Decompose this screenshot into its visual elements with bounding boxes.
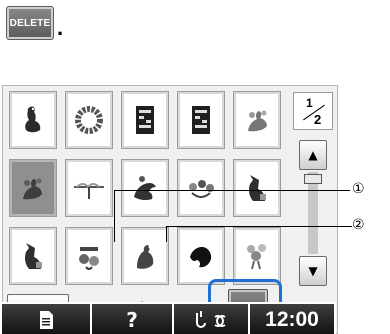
pattern-cell-dragonfly[interactable] (65, 159, 113, 217)
status-bar: ? 12:00 (0, 302, 336, 334)
flower-embroidery-icon (248, 110, 267, 132)
clock: 12:00 (250, 304, 334, 334)
pattern-cell-tower-2[interactable] (177, 91, 225, 149)
callout-leader-1 (114, 190, 350, 191)
bird-embroidery-icon (134, 176, 156, 201)
pattern-cell-duck[interactable] (9, 91, 57, 149)
floral-spray-embroidery-icon (189, 180, 214, 198)
page-up-button[interactable]: ▲ (299, 140, 327, 170)
duck-embroidery-icon (25, 106, 41, 133)
up-triangle-icon: ▲ (308, 148, 318, 162)
pattern-cell-floral-spray[interactable] (177, 159, 225, 217)
cat-embroidery-icon (249, 175, 266, 201)
current-page: 1 (306, 96, 313, 110)
page-indicator: 1 2 (293, 92, 333, 130)
flower-embroidery-icon (23, 178, 42, 200)
frog-embroidery-icon (190, 247, 212, 268)
delete-key-illustration: DELETE (6, 6, 54, 40)
pattern-cell-cat-1[interactable] (233, 159, 281, 217)
pattern-cell-cat-2[interactable] (9, 227, 57, 285)
scrollbar-thumb[interactable] (304, 174, 322, 184)
thread-tension-icon (196, 310, 226, 328)
pattern-cell-pup[interactable] (121, 227, 169, 285)
pattern-cell-frog[interactable] (177, 227, 225, 285)
pattern-cell-tower-1[interactable] (121, 91, 169, 149)
tower-embroidery-icon (136, 106, 154, 134)
pattern-cell-wreath[interactable] (65, 91, 113, 149)
pattern-cell-bird[interactable] (121, 159, 169, 217)
wreath-embroidery-icon (75, 106, 103, 134)
pattern-cell-bouquet[interactable] (233, 227, 281, 285)
down-triangle-icon: ▼ (308, 264, 318, 278)
manual-figure: DELETE . 1 2 ▲ ▼ ? 12:00 ① ② (0, 0, 390, 334)
bouquet-embroidery-icon (247, 244, 266, 270)
tower-embroidery-icon (192, 106, 210, 134)
callout-leader-2 (166, 226, 352, 227)
fruit-embroidery-icon (79, 247, 99, 270)
scrollbar-track[interactable] (304, 172, 322, 254)
dragonfly-embroidery-icon (74, 183, 104, 199)
cat-embroidery-icon (25, 243, 42, 269)
callout-marker-1: ① (352, 181, 365, 197)
thread-status[interactable] (174, 304, 248, 334)
pattern-cell-flower-1[interactable] (233, 91, 281, 149)
document-icon (40, 310, 53, 329)
callout-leader-1-drop (114, 190, 115, 242)
total-pages: 2 (314, 112, 322, 127)
pattern-cell-flower-selected[interactable] (9, 159, 57, 217)
status-document[interactable] (2, 304, 90, 334)
lcd-screen: 1 2 ▲ ▼ RETURN 18 KB / 634 (2, 85, 338, 334)
pup-embroidery-icon (137, 245, 154, 269)
callout-leader-2-drop (166, 226, 167, 242)
pattern-cell-fruit[interactable] (65, 227, 113, 285)
sentence-period: . (57, 15, 64, 40)
page-down-button[interactable]: ▼ (299, 256, 327, 286)
help-button[interactable]: ? (92, 304, 172, 334)
callout-marker-2: ② (352, 217, 365, 233)
